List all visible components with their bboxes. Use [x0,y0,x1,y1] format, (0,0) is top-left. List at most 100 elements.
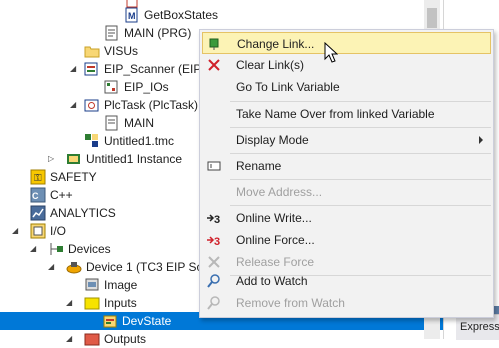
function-block-icon: M [124,7,140,23]
menu-separator [230,205,491,206]
image-icon [84,277,100,293]
tree-item-device-1[interactable]: Device 1 (TC3 EIP Sca [66,258,209,276]
tree-item-label: MAIN [124,116,154,130]
svg-text:⚿: ⚿ [34,173,42,184]
task-icon [84,97,100,113]
collapse-icon[interactable]: ◢ [66,335,74,343]
svg-text:C: C [32,191,39,201]
menu-item-go-to-link-variable[interactable]: Go To Link Variable [202,76,491,98]
tree-item-label: PlcTask (PlcTask) [104,98,199,112]
svg-text:M: M [128,11,136,21]
menu-separator [230,127,491,128]
io-folder-icon [30,223,46,239]
instance-icon [66,151,82,167]
tree-item-main-prg[interactable]: MAIN (PRG) [104,24,191,42]
tree-item-label: C++ [50,188,73,202]
svg-text:3: 3 [214,236,220,247]
menu-item-label: Remove from Watch [236,296,345,310]
tree-item-devices[interactable]: Devices [48,240,111,258]
tree-item-label: MAIN (PRG) [124,26,192,40]
collapse-icon[interactable]: ◢ [70,65,78,73]
program-icon [104,25,120,41]
menu-item-online-write[interactable]: 3 Online Write... [202,207,491,229]
program-icon [104,115,120,131]
menu-item-display-mode[interactable]: Display Mode [202,129,491,151]
menu-item-label: Change Link... [237,37,315,51]
menu-item-label: Add to Watch [236,274,308,288]
menu-separator [230,101,491,102]
tree-item-label: Image [104,278,138,292]
tree-item-visus[interactable]: VISUs [84,42,138,60]
tree-item-label: SAFETY [50,170,97,184]
tmc-icon [84,133,100,149]
tree-item-untitled-instance[interactable]: Untitled1 Instance [66,150,182,168]
gvl-icon [84,61,100,77]
tree-item-label: EIP_IOs [124,80,169,94]
menu-item-change-link[interactable]: Change Link... [202,32,491,54]
add-watch-icon [206,273,222,289]
cpp-icon: C [30,187,46,203]
tree-item-untitled-tmc[interactable]: Untitled1.tmc [84,132,174,150]
tree-item-label: I/O [50,224,67,238]
tree-item-label: GetBoxStates [144,8,219,22]
tree-item-eip-scanner[interactable]: EIP_Scanner (EIP_ [84,60,208,78]
folder-icon [84,43,100,59]
online-write-icon: 3 [206,210,222,226]
tree-item-outputs[interactable]: Outputs [84,330,146,348]
online-force-icon: 3 [206,232,222,248]
analytics-icon [30,205,46,221]
collapse-icon[interactable]: ◢ [12,227,20,235]
menu-item-label: Go To Link Variable [236,80,340,94]
change-link-icon [207,36,223,52]
devices-icon [48,241,64,257]
collapse-icon[interactable]: ◢ [66,299,74,307]
mouse-cursor-icon [324,42,338,63]
tree-item-plctask[interactable]: PlcTask (PlcTask) [84,96,198,114]
safety-icon: ⚿ [30,169,46,185]
rename-icon [206,158,222,174]
menu-item-label: Online Force... [236,233,315,247]
variable-icon [102,313,118,329]
tree-item-label: Outputs [104,332,147,346]
menu-item-clear-links[interactable]: Clear Link(s) [202,54,491,76]
menu-item-label: Rename [236,159,282,173]
tree-item-label: EIP_Scanner (EIP_ [104,62,209,76]
menu-item-rename[interactable]: Rename [202,155,491,177]
collapse-icon[interactable]: ◢ [70,101,78,109]
tree-item-getboxstates[interactable]: M GetBoxStates [124,6,218,24]
io-icon [104,79,120,95]
tree-item-io[interactable]: I/O [30,222,66,240]
submenu-arrow-icon [479,136,483,144]
context-menu: Change Link... Clear Link(s) Go To Link … [199,29,494,318]
release-force-icon [206,254,222,270]
menu-item-add-to-watch[interactable]: Add to Watch [202,270,491,292]
menu-item-take-name-over[interactable]: Take Name Over from linked Variable [202,103,491,125]
svg-text:3: 3 [214,214,220,225]
menu-item-label: Take Name Over from linked Variable [236,107,435,121]
menu-item-label: Online Write... [236,211,312,225]
tree-item-analytics[interactable]: ANALYTICS [30,204,116,222]
tree-item-eip-ios[interactable]: EIP_IOs [104,78,169,96]
tree-item-main[interactable]: MAIN [104,114,154,132]
menu-item-label: Display Mode [236,133,309,147]
menu-item-online-force[interactable]: 3 Online Force... [202,229,491,251]
menu-item-move-address[interactable]: Move Address... [202,181,491,203]
tree-item-label: DevState [122,314,172,328]
menu-item-label: Clear Link(s) [236,58,305,72]
menu-item-label: Move Address... [236,185,323,199]
collapse-icon[interactable]: ◢ [30,245,38,253]
collapse-icon[interactable]: ◢ [48,263,56,271]
tree-item-safety[interactable]: ⚿ SAFETY [30,168,97,186]
menu-item-remove-from-watch[interactable]: Remove from Watch [202,292,491,314]
tree-item-inputs[interactable]: Inputs [84,294,137,312]
clear-link-icon [206,57,222,73]
tree-item-cpp[interactable]: C C++ [30,186,73,204]
tree-item-label: Inputs [104,296,137,310]
tree-item-label: Device 1 (TC3 EIP Sca [86,260,210,274]
folder-icon [84,331,100,347]
tree-item-image[interactable]: Image [84,276,137,294]
expand-icon[interactable]: ▷ [48,155,56,163]
scrollbar-thumb[interactable] [427,8,437,28]
tree-item-devstate[interactable]: DevState [102,312,171,330]
watch-panel-tab-label: Express [460,321,499,333]
